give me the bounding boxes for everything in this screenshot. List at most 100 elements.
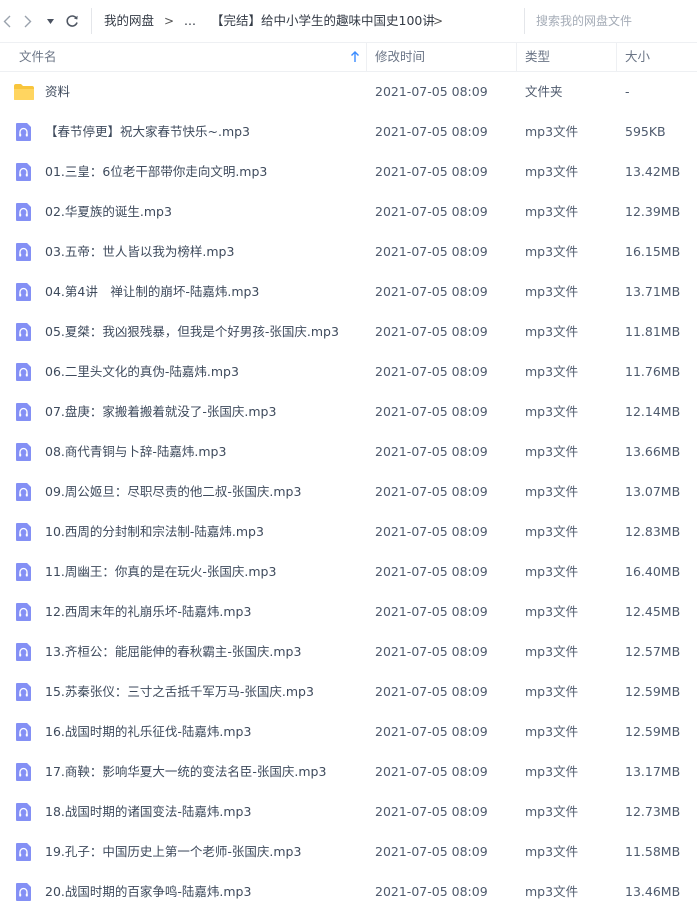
column-divider[interactable] bbox=[616, 43, 617, 71]
file-modified-time: 2021-07-05 08:09 bbox=[375, 164, 488, 179]
audio-file-icon bbox=[14, 523, 34, 541]
file-type: mp3文件 bbox=[525, 644, 579, 659]
file-name[interactable]: 02.华夏族的诞生.mp3 bbox=[45, 192, 172, 232]
audio-file-icon bbox=[14, 363, 34, 381]
file-name[interactable]: 07.盘庚：家搬着搬着就没了-张国庆.mp3 bbox=[45, 392, 276, 432]
file-type: 文件夹 bbox=[525, 84, 563, 99]
file-modified-time: 2021-07-05 08:09 bbox=[375, 684, 488, 699]
audio-file-icon bbox=[14, 323, 34, 341]
file-name[interactable]: 17.商鞅：影响华夏大一统的变法名臣-张国庆.mp3 bbox=[45, 752, 326, 792]
refresh-button[interactable] bbox=[62, 11, 82, 31]
file-size: 16.40MB bbox=[625, 564, 681, 579]
audio-file-icon bbox=[14, 203, 34, 221]
sort-ascending-icon[interactable] bbox=[350, 51, 360, 63]
file-name[interactable]: 05.夏桀：我凶狠残暴，但我是个好男孩-张国庆.mp3 bbox=[45, 312, 339, 352]
breadcrumb-trailing-arrow[interactable]: > bbox=[433, 13, 443, 29]
file-name[interactable]: 资料 bbox=[45, 72, 70, 112]
history-dropdown-button[interactable] bbox=[44, 11, 56, 31]
file-modified-time: 2021-07-05 08:09 bbox=[375, 124, 488, 139]
file-name[interactable]: 12.西周末年的礼崩乐坏-陆嘉炜.mp3 bbox=[45, 592, 251, 632]
audio-file-icon bbox=[14, 883, 34, 901]
file-modified-time: 2021-07-05 08:09 bbox=[375, 84, 488, 99]
file-row[interactable]: 12.西周末年的礼崩乐坏-陆嘉炜.mp3 2021-07-05 08:09 mp3文… bbox=[0, 592, 697, 632]
file-row[interactable]: 13.齐桓公：能屈能伸的春秋霸主-张国庆.mp3 2021-07-05 08:09… bbox=[0, 632, 697, 672]
column-header-type[interactable]: 类型 bbox=[525, 43, 550, 71]
file-size: 11.76MB bbox=[625, 364, 681, 379]
file-type: mp3文件 bbox=[525, 284, 579, 299]
file-row[interactable]: 02.华夏族的诞生.mp3 2021-07-05 08:09 mp3文件 12.39M… bbox=[0, 192, 697, 232]
file-name[interactable]: 20.战国时期的百家争鸣-陆嘉炜.mp3 bbox=[45, 872, 251, 910]
file-row[interactable]: 10.西周的分封制和宗法制-陆嘉炜.mp3 2021-07-05 08:09 mp3… bbox=[0, 512, 697, 552]
file-size: 16.15MB bbox=[625, 244, 681, 259]
file-row[interactable]: 03.五帝：世人皆以我为榜样.mp3 2021-07-05 08:09 mp3文件 1… bbox=[0, 232, 697, 272]
audio-file-icon bbox=[14, 403, 34, 421]
file-list-header: 文件名 修改时间 类型 大小 bbox=[0, 42, 697, 72]
file-modified-time: 2021-07-05 08:09 bbox=[375, 444, 488, 459]
file-name[interactable]: 11.周幽王：你真的是在玩火-张国庆.mp3 bbox=[45, 552, 276, 592]
file-name[interactable]: 10.西周的分封制和宗法制-陆嘉炜.mp3 bbox=[45, 512, 264, 552]
file-row[interactable]: 11.周幽王：你真的是在玩火-张国庆.mp3 2021-07-05 08:09 mp… bbox=[0, 552, 697, 592]
file-name[interactable]: 03.五帝：世人皆以我为榜样.mp3 bbox=[45, 232, 234, 272]
file-modified-time: 2021-07-05 08:09 bbox=[375, 844, 488, 859]
file-type: mp3文件 bbox=[525, 244, 579, 259]
file-row[interactable]: 08.商代青铜与卜辞-陆嘉炜.mp3 2021-07-05 08:09 mp3文件 1… bbox=[0, 432, 697, 472]
column-divider[interactable] bbox=[366, 43, 367, 71]
file-row[interactable]: 05.夏桀：我凶狠残暴，但我是个好男孩-张国庆.mp3 2021-07-05 08… bbox=[0, 312, 697, 352]
file-row[interactable]: 【春节停更】祝大家春节快乐~.mp3 2021-07-05 08:09 mp3文件 5… bbox=[0, 112, 697, 152]
file-row[interactable]: 19.孔子：中国历史上第一个老师-张国庆.mp3 2021-07-05 08:09… bbox=[0, 832, 697, 872]
file-row[interactable]: 20.战国时期的百家争鸣-陆嘉炜.mp3 2021-07-05 08:09 mp3文… bbox=[0, 872, 697, 910]
column-header-size[interactable]: 大小 bbox=[625, 43, 650, 71]
file-name[interactable]: 08.商代青铜与卜辞-陆嘉炜.mp3 bbox=[45, 432, 226, 472]
audio-file-icon bbox=[14, 843, 34, 861]
file-name[interactable]: 09.周公姬旦：尽职尽责的他二叔-张国庆.mp3 bbox=[45, 472, 301, 512]
column-header-time[interactable]: 修改时间 bbox=[375, 43, 425, 71]
audio-file-icon bbox=[14, 283, 34, 301]
file-name[interactable]: 13.齐桓公：能屈能伸的春秋霸主-张国庆.mp3 bbox=[45, 632, 301, 672]
file-row[interactable]: 15.苏秦张仪：三寸之舌抵千军万马-张国庆.mp3 2021-07-05 08:0… bbox=[0, 672, 697, 712]
back-button[interactable] bbox=[0, 11, 14, 31]
audio-file-icon bbox=[14, 483, 34, 501]
file-type: mp3文件 bbox=[525, 804, 579, 819]
file-name[interactable]: 【春节停更】祝大家春节快乐~.mp3 bbox=[45, 112, 250, 152]
file-modified-time: 2021-07-05 08:09 bbox=[375, 604, 488, 619]
file-modified-time: 2021-07-05 08:09 bbox=[375, 364, 488, 379]
file-row[interactable]: 17.商鞅：影响华夏大一统的变法名臣-张国庆.mp3 2021-07-05 08:… bbox=[0, 752, 697, 792]
file-row[interactable]: 资料 2021-07-05 08:09 文件夹 - bbox=[0, 72, 697, 112]
file-modified-time: 2021-07-05 08:09 bbox=[375, 724, 488, 739]
search-input[interactable] bbox=[536, 11, 686, 31]
breadcrumb-root[interactable]: 我的网盘 bbox=[104, 13, 154, 29]
file-row[interactable]: 04.第4讲 禅让制的崩坏-陆嘉炜.mp3 2021-07-05 08:09 mp3… bbox=[0, 272, 697, 312]
file-type: mp3文件 bbox=[525, 604, 579, 619]
audio-file-icon bbox=[14, 723, 34, 741]
file-name[interactable]: 19.孔子：中国历史上第一个老师-张国庆.mp3 bbox=[45, 832, 301, 872]
file-row[interactable]: 09.周公姬旦：尽职尽责的他二叔-张国庆.mp3 2021-07-05 08:09… bbox=[0, 472, 697, 512]
file-name[interactable]: 18.战国时期的诸国变法-陆嘉炜.mp3 bbox=[45, 792, 251, 832]
file-type: mp3文件 bbox=[525, 524, 579, 539]
file-modified-time: 2021-07-05 08:09 bbox=[375, 644, 488, 659]
file-name[interactable]: 06.二里头文化的真伪-陆嘉炜.mp3 bbox=[45, 352, 239, 392]
breadcrumb-current[interactable]: 【完结】给中小学生的趣味中国史100讲 bbox=[211, 13, 435, 29]
file-size: 12.45MB bbox=[625, 604, 681, 619]
file-row[interactable]: 18.战国时期的诸国变法-陆嘉炜.mp3 2021-07-05 08:09 mp3文… bbox=[0, 792, 697, 832]
file-size: 595KB bbox=[625, 124, 666, 139]
column-header-name[interactable]: 文件名 bbox=[19, 43, 57, 71]
file-name[interactable]: 01.三皇：6位老干部带你走向文明.mp3 bbox=[45, 152, 267, 192]
file-name[interactable]: 04.第4讲 禅让制的崩坏-陆嘉炜.mp3 bbox=[45, 272, 259, 312]
file-row[interactable]: 07.盘庚：家搬着搬着就没了-张国庆.mp3 2021-07-05 08:09 mp… bbox=[0, 392, 697, 432]
file-size: 13.66MB bbox=[625, 444, 681, 459]
file-modified-time: 2021-07-05 08:09 bbox=[375, 244, 488, 259]
file-size: 13.07MB bbox=[625, 484, 681, 499]
file-name[interactable]: 16.战国时期的礼乐征伐-陆嘉炜.mp3 bbox=[45, 712, 251, 752]
file-row[interactable]: 06.二里头文化的真伪-陆嘉炜.mp3 2021-07-05 08:09 mp3文件… bbox=[0, 352, 697, 392]
file-modified-time: 2021-07-05 08:09 bbox=[375, 484, 488, 499]
forward-button[interactable] bbox=[20, 11, 36, 31]
column-divider[interactable] bbox=[516, 43, 517, 71]
file-type: mp3文件 bbox=[525, 844, 579, 859]
breadcrumb-ellipsis[interactable]: ... bbox=[184, 13, 196, 29]
file-row[interactable]: 01.三皇：6位老干部带你走向文明.mp3 2021-07-05 08:09 mp3… bbox=[0, 152, 697, 192]
file-name[interactable]: 15.苏秦张仪：三寸之舌抵千军万马-张国庆.mp3 bbox=[45, 672, 314, 712]
file-type: mp3文件 bbox=[525, 204, 579, 219]
file-row[interactable]: 16.战国时期的礼乐征伐-陆嘉炜.mp3 2021-07-05 08:09 mp3文… bbox=[0, 712, 697, 752]
file-size: 13.42MB bbox=[625, 164, 681, 179]
chevron-left-icon bbox=[3, 15, 11, 27]
